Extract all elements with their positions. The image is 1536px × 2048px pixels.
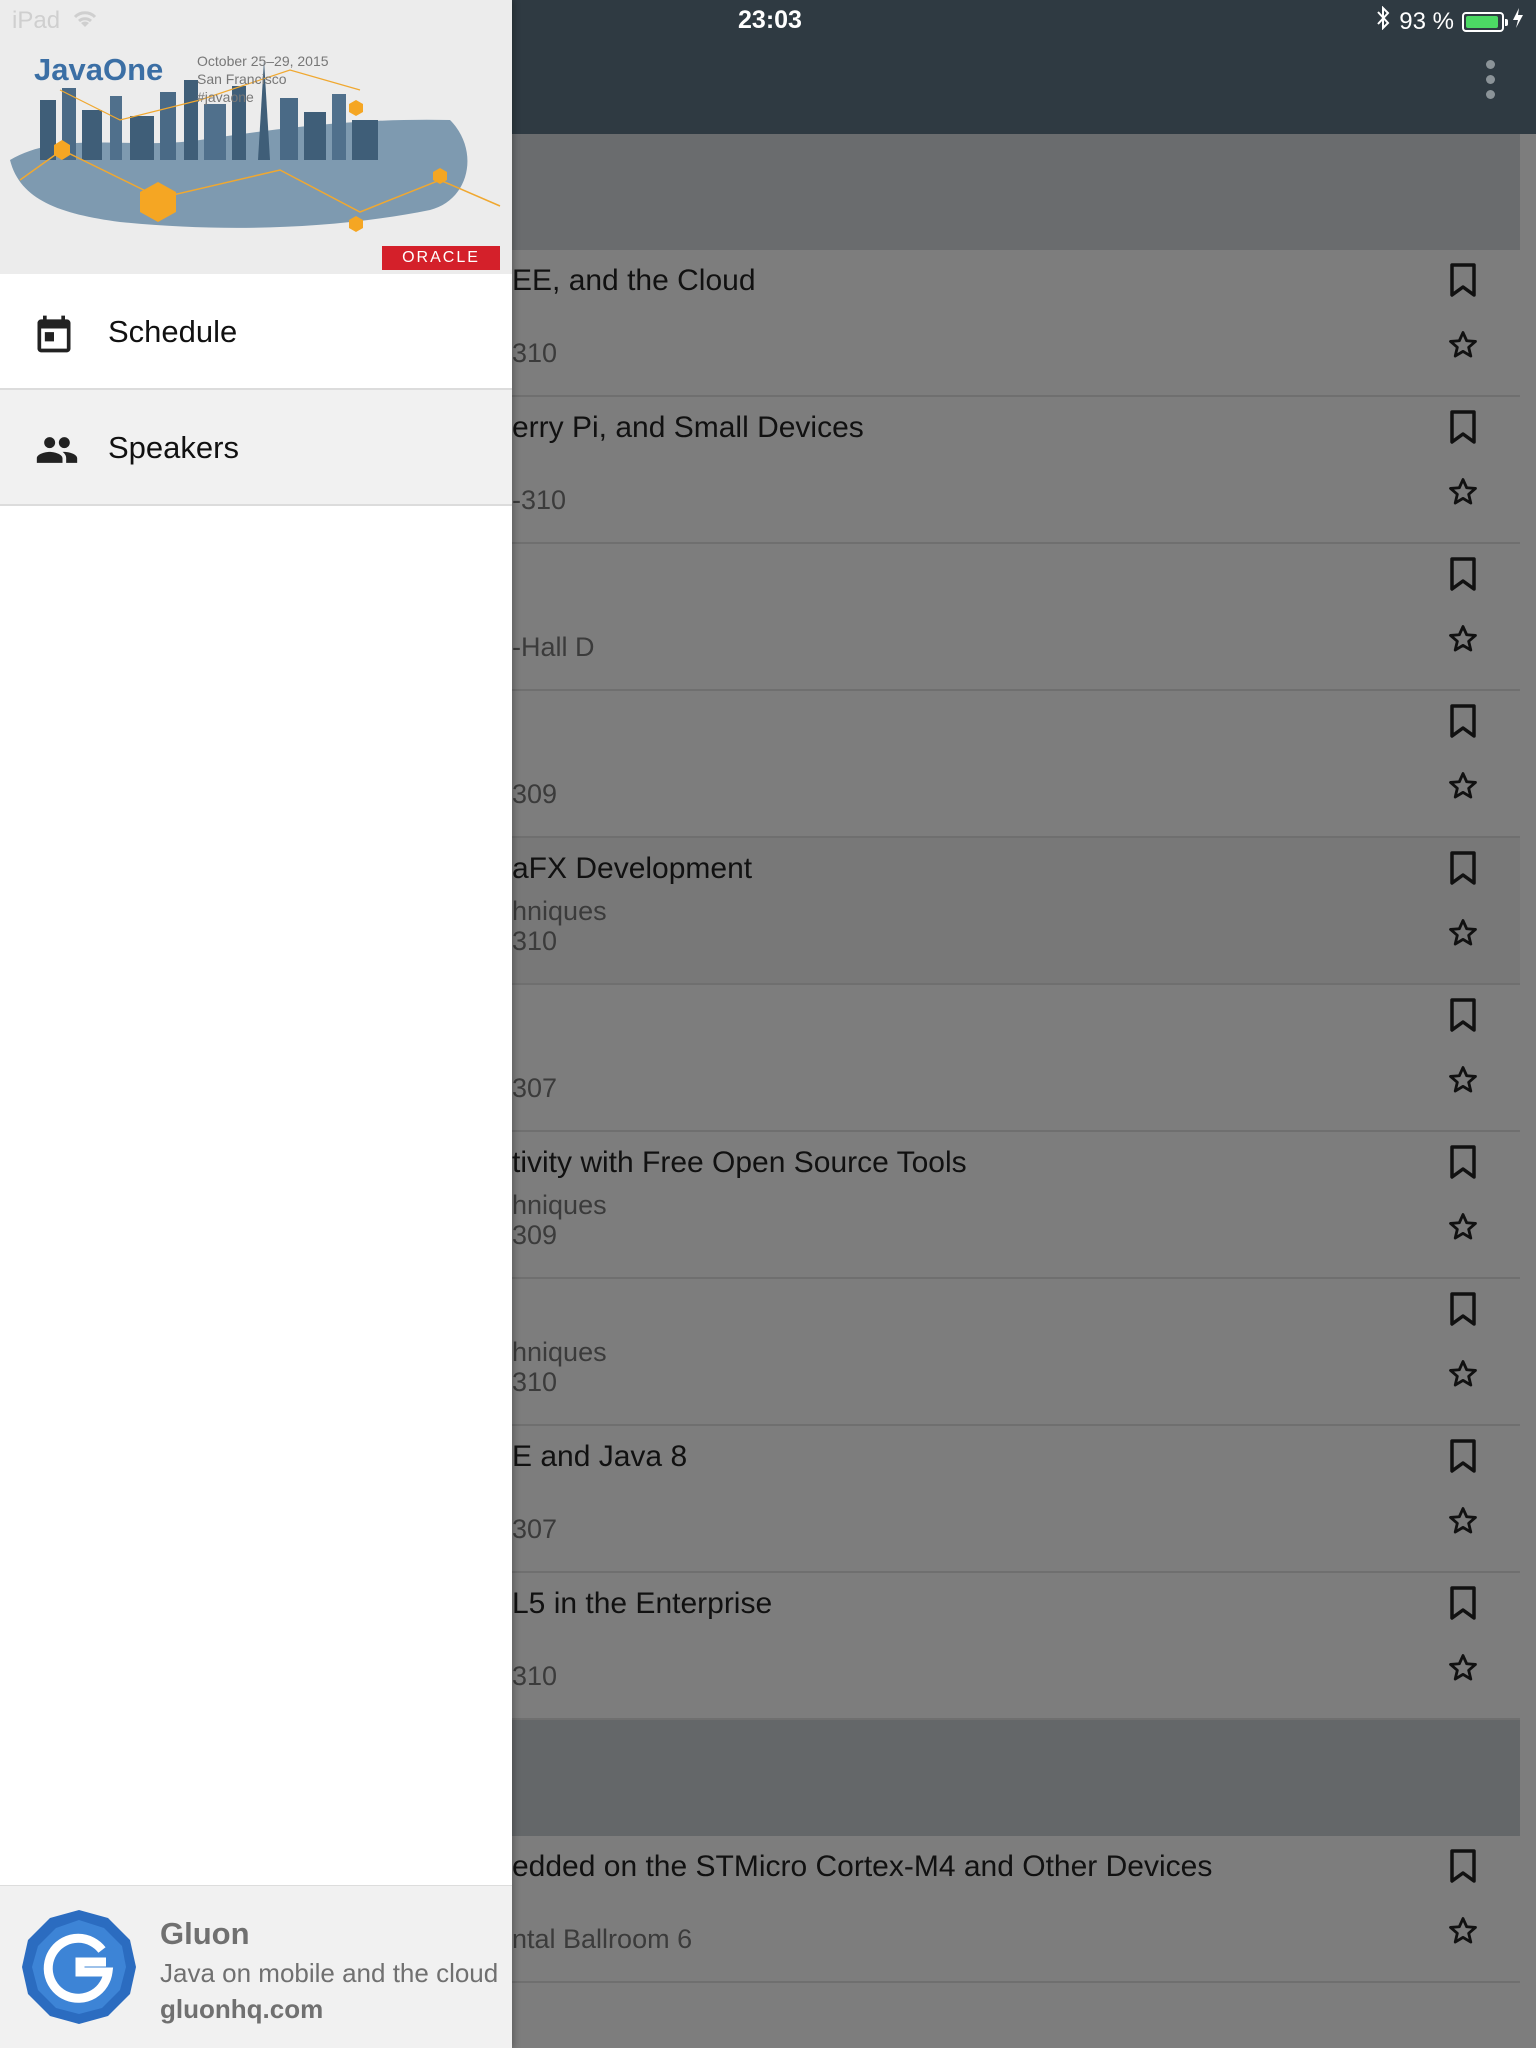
session-title: E and Java 8	[512, 1440, 688, 1473]
nav-item-speakers[interactable]: Speakers	[0, 390, 512, 506]
more-options-icon[interactable]	[1484, 60, 1496, 99]
battery-percent: 93 %	[1399, 7, 1454, 35]
status-bar: iPad 23:03 93 %	[0, 0, 1536, 40]
star-icon[interactable]	[1446, 1210, 1480, 1249]
calendar-icon	[32, 312, 76, 361]
clock: 23:03	[738, 6, 802, 34]
event-hashtag: #javaone	[197, 89, 254, 105]
nav-item-label: Speakers	[108, 430, 239, 465]
session-title: EE, and the Cloud	[512, 264, 756, 297]
gluon-name: Gluon	[160, 1916, 250, 1951]
drawer-footer[interactable]: Gluon Java on mobile and the cloud gluon…	[0, 1885, 512, 2048]
star-icon[interactable]	[1446, 1504, 1480, 1543]
oracle-logo: ORACLE	[382, 246, 500, 270]
star-icon[interactable]	[1446, 1063, 1480, 1102]
session-title: erry Pi, and Small Devices	[512, 411, 864, 444]
bookmark-icon[interactable]	[1448, 1848, 1478, 1889]
javaone-banner: JavaOne October 25–29, 2015 San Francisc…	[0, 0, 512, 274]
session-room: 310	[512, 338, 558, 368]
bookmark-icon[interactable]	[1448, 1438, 1478, 1479]
gluon-url[interactable]: gluonhq.com	[160, 1994, 323, 2025]
star-icon[interactable]	[1446, 769, 1480, 808]
city-skyline-illustration	[10, 60, 501, 232]
session-room: -Hall D	[512, 632, 595, 662]
event-dates: October 25–29, 2015	[197, 53, 329, 69]
session-room: 310	[512, 926, 558, 956]
bookmark-icon[interactable]	[1448, 997, 1478, 1038]
session-room: 309	[512, 779, 558, 809]
star-icon[interactable]	[1446, 916, 1480, 955]
star-icon[interactable]	[1446, 1357, 1480, 1396]
session-track: hniques	[512, 1190, 607, 1220]
gluon-logo-icon	[22, 1910, 136, 2024]
nav-item-label: Schedule	[108, 314, 238, 349]
people-icon	[32, 428, 82, 477]
star-icon[interactable]	[1446, 1651, 1480, 1690]
session-room: 309	[512, 1220, 558, 1250]
session-title: aFX Development	[512, 852, 753, 885]
session-room: -310	[512, 485, 567, 515]
bookmark-icon[interactable]	[1448, 1585, 1478, 1626]
star-icon[interactable]	[1446, 475, 1480, 514]
navigation-drawer: JavaOne October 25–29, 2015 San Francisc…	[0, 0, 512, 2048]
session-title: tivity with Free Open Source Tools	[512, 1146, 967, 1179]
session-title: L5 in the Enterprise	[512, 1587, 773, 1620]
session-room: 310	[512, 1661, 558, 1691]
bookmark-icon[interactable]	[1448, 850, 1478, 891]
session-room: 310	[512, 1367, 558, 1397]
bookmark-icon[interactable]	[1448, 703, 1478, 744]
session-room: 307	[512, 1073, 558, 1103]
session-track: hniques	[512, 1337, 607, 1367]
session-title: edded on the STMicro Cortex-M4 and Other…	[512, 1850, 1213, 1883]
session-room: 307	[512, 1514, 558, 1544]
bookmark-icon[interactable]	[1448, 1291, 1478, 1332]
bookmark-icon[interactable]	[1448, 262, 1478, 303]
star-icon[interactable]	[1446, 328, 1480, 367]
javaone-logo: JavaOne	[34, 52, 164, 87]
bookmark-icon[interactable]	[1448, 1144, 1478, 1185]
bookmark-icon[interactable]	[1448, 556, 1478, 597]
session-room: ntal Ballroom 6	[512, 1924, 693, 1954]
charging-icon	[1512, 7, 1524, 36]
nav-item-schedule[interactable]: Schedule	[0, 274, 512, 390]
session-track: hniques	[512, 896, 607, 926]
bookmark-icon[interactable]	[1448, 409, 1478, 450]
battery-icon	[1462, 11, 1508, 32]
event-location: San Francisco	[197, 71, 287, 87]
bluetooth-icon	[1375, 5, 1391, 37]
star-icon[interactable]	[1446, 1914, 1480, 1953]
gluon-tagline: Java on mobile and the cloud	[160, 1958, 499, 1988]
star-icon[interactable]	[1446, 622, 1480, 661]
event-info: October 25–29, 2015 San Francisco #javao…	[197, 52, 329, 106]
